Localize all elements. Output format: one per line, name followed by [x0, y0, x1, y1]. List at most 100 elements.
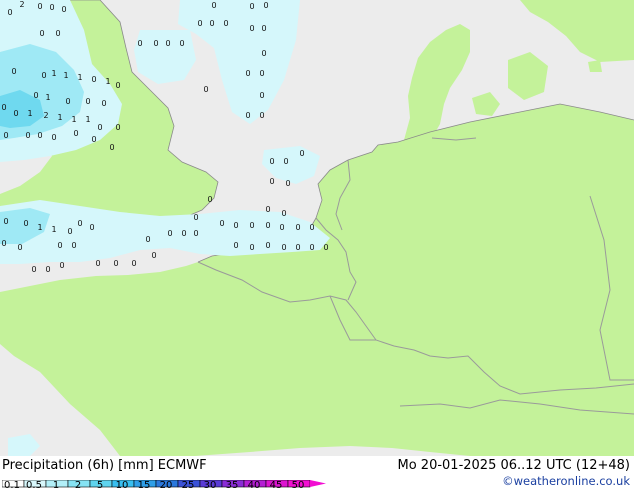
precip-value-label: 0 — [203, 85, 208, 94]
precip-value-label: 0 — [209, 19, 214, 28]
precip-value-label: 0 — [299, 149, 304, 158]
precip-value-label: 1 — [85, 115, 90, 124]
precip-value-label: 0 — [145, 235, 150, 244]
precip-value-label: 0 — [193, 213, 198, 222]
precip-value-label: 0 — [245, 111, 250, 120]
precip-value-label: 0 — [167, 229, 172, 238]
precip-value-label: 0 — [57, 241, 62, 250]
map-footer: Precipitation (6h) [mm] ECMWF Mo 20-01-2… — [0, 456, 634, 491]
legend-tick-label: 5 — [96, 480, 104, 491]
precip-value-label: 0 — [67, 227, 72, 236]
precip-value-label: 0 — [261, 49, 266, 58]
precip-value-label: 1 — [51, 225, 56, 234]
land-bornholm — [588, 60, 602, 72]
precip-value-label: 0 — [1, 103, 6, 112]
precip-value-label: 1 — [77, 73, 82, 82]
legend-tick-label: 40 — [247, 480, 261, 491]
precip-value-label: 0 — [263, 1, 268, 10]
precip-value-label: 0 — [41, 71, 46, 80]
map-canvas: 2 0 0 000 0 00 00 0 0 00 0 00 001 1 1 0 1 00000 1 2 1 1 10 00 1 0… — [0, 0, 634, 456]
precip-value-label: 0 — [285, 179, 290, 188]
precip-value-label: 0 — [249, 2, 254, 11]
precip-value-label: 0 — [295, 223, 300, 232]
precip-value-label: 1 — [27, 109, 32, 118]
precip-value-label: 0 — [151, 251, 156, 260]
precip-value-label: 0 — [165, 39, 170, 48]
precip-value-label: 0 — [113, 259, 118, 268]
legend-tick-label: 50 — [291, 480, 305, 491]
precip-value-label: 0 — [89, 223, 94, 232]
legend-tick-label: 30 — [203, 480, 217, 491]
precip-value-label: 0 — [97, 123, 102, 132]
precip-value-label: 2 — [19, 0, 24, 9]
precip-value-label: 0 — [279, 223, 284, 232]
precip-value-label: 0 — [197, 19, 202, 28]
precip-value-label: 0 — [45, 265, 50, 274]
precip-value-label: 0 — [1, 239, 6, 248]
precip-value-label: 1 — [45, 93, 50, 102]
precip-value-label: 0 — [91, 75, 96, 84]
precip-value-label: 0 — [259, 111, 264, 120]
precip-value-label: 0 — [65, 97, 70, 106]
legend-tick-label: 25 — [181, 480, 195, 491]
precip-value-label: 0 — [207, 195, 212, 204]
precip-value-label: 0 — [281, 209, 286, 218]
precip-value-label: 0 — [115, 123, 120, 132]
legend-tick-label: 15 — [137, 480, 151, 491]
precip-value-label: 0 — [61, 5, 66, 14]
legend-tick-label: 10 — [115, 480, 129, 491]
precip-value-label: 0 — [131, 259, 136, 268]
precip-value-label: 0 — [259, 69, 264, 78]
precip-value-label: 0 — [265, 241, 270, 250]
precip-value-label: 0 — [77, 219, 82, 228]
legend-tick-label: 45 — [269, 480, 283, 491]
precip-value-label: 1 — [63, 71, 68, 80]
precip-value-label: 1 — [51, 69, 56, 78]
precip-value-label: 0 — [309, 243, 314, 252]
legend-tick-label: 20 — [159, 480, 173, 491]
credit-link[interactable]: ©weatheronline.co.uk — [502, 474, 630, 488]
precipitation-map: 2000000000000000000011101000001211100010… — [0, 0, 634, 456]
precip-value-label: 0 — [269, 177, 274, 186]
precip-value-label: 2 — [43, 111, 48, 120]
legend-tick-label: 1 — [52, 480, 60, 491]
legend-tick-label: 2 — [74, 480, 82, 491]
precip-value-label: 0 — [265, 205, 270, 214]
precip-value-label: 0 — [269, 157, 274, 166]
precip-value-label: 0 — [59, 261, 64, 270]
precip-value-label: 0 — [295, 243, 300, 252]
precip-value-label: 0 — [73, 129, 78, 138]
precip-value-label: 1 — [57, 113, 62, 122]
precip-value-label: 0 — [211, 1, 216, 10]
precip-value-label: 1 — [71, 115, 76, 124]
precip-value-label: 0 — [181, 229, 186, 238]
legend-tick-label: 0.5 — [26, 480, 42, 491]
precip-value-label: 0 — [17, 243, 22, 252]
precip-value-label: 0 — [7, 8, 12, 17]
precip-value-label: 0 — [245, 69, 250, 78]
precip-value-label: 0 — [3, 131, 8, 140]
precip-value-label: 0 — [33, 91, 38, 100]
precip-value-label: 0 — [23, 219, 28, 228]
precip-value-label: 0 — [193, 229, 198, 238]
precip-value-label: 0 — [233, 221, 238, 230]
precip-value-label: 0 — [137, 39, 142, 48]
precip-value-label: 0 — [71, 241, 76, 250]
product-title: Precipitation (6h) [mm] ECMWF — [2, 458, 207, 473]
precip-value-label: 0 — [309, 223, 314, 232]
precip-value-label: 0 — [265, 221, 270, 230]
precip-value-label: 0 — [261, 24, 266, 33]
precip-value-label: 0 — [223, 19, 228, 28]
precip-value-label: 0 — [91, 135, 96, 144]
precip-value-label: 0 — [95, 259, 100, 268]
precip-value-label: 0 — [249, 221, 254, 230]
precip-value-label: 0 — [233, 241, 238, 250]
precip-value-label: 0 — [109, 143, 114, 152]
precip-value-label: 0 — [51, 133, 56, 142]
precip-value-label: 0 — [55, 29, 60, 38]
precip-value-label: 0 — [179, 39, 184, 48]
precip-value-label: 0 — [37, 2, 42, 11]
precip-value-label: 0 — [249, 243, 254, 252]
precip-value-label: 0 — [153, 39, 158, 48]
precip-value-label: 0 — [3, 217, 8, 226]
